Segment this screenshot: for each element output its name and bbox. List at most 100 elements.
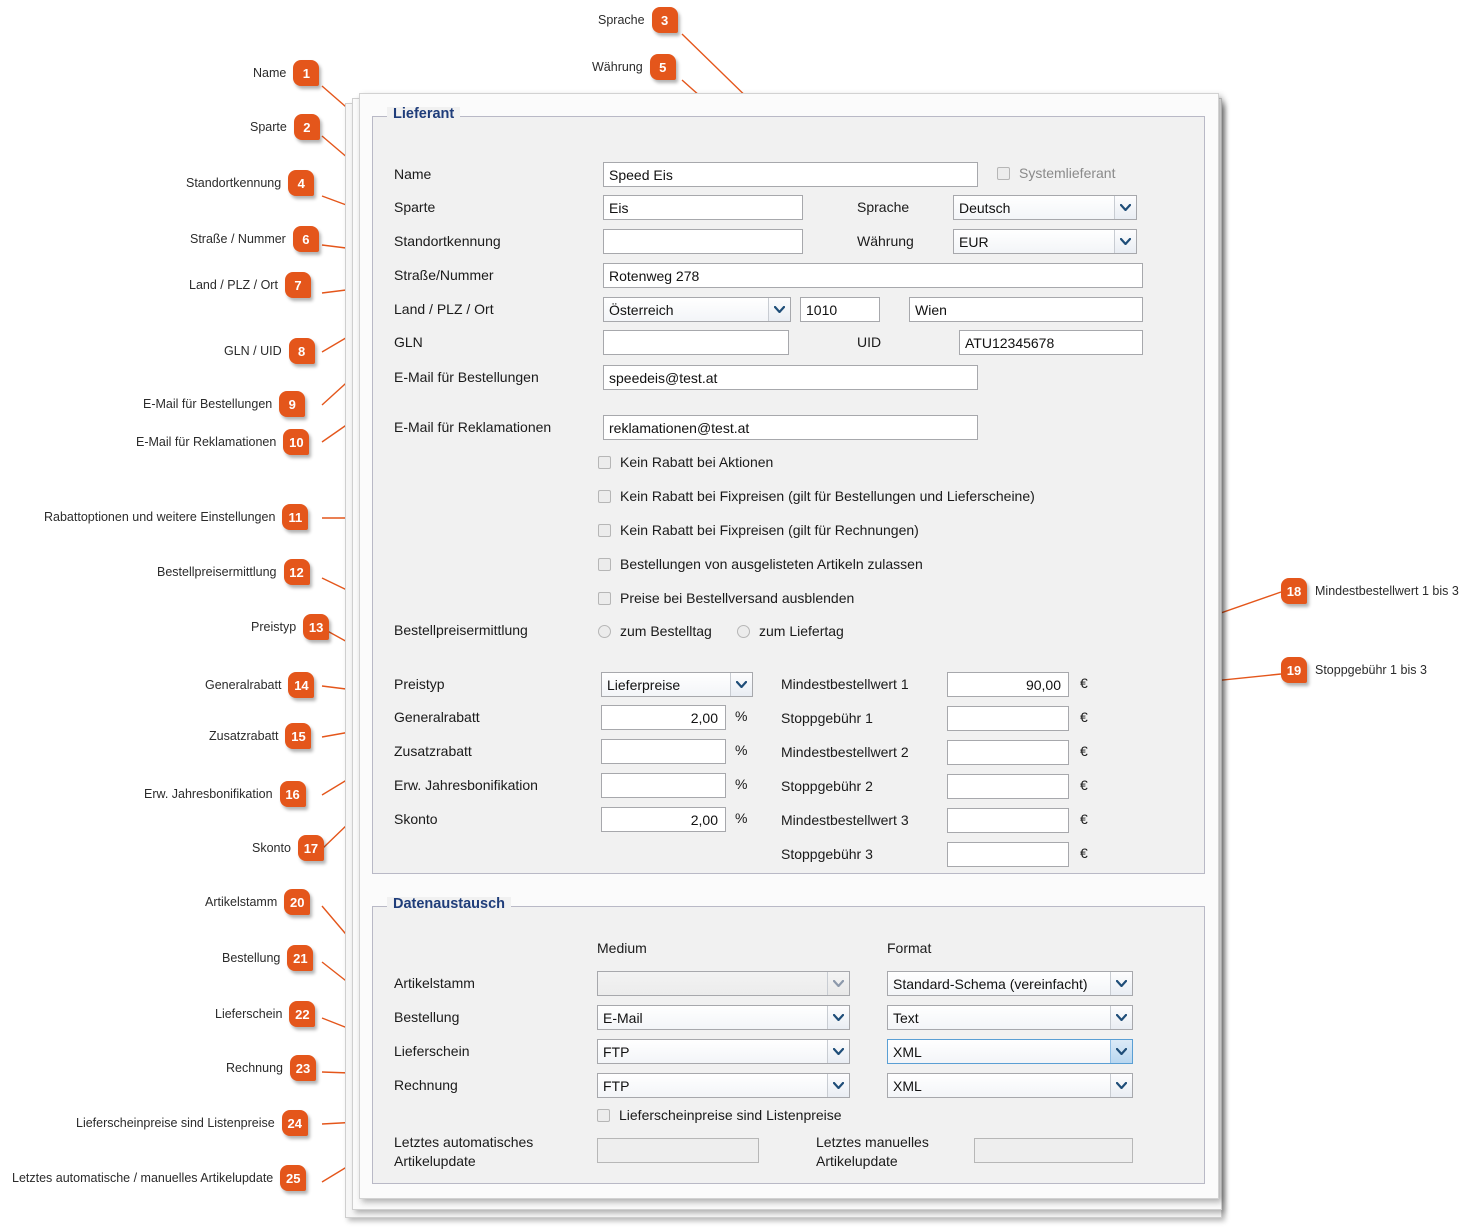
input-email-bestellungen[interactable]: speedeis@test.at — [603, 365, 978, 390]
annotation-25-badge[interactable]: 25 — [280, 1165, 307, 1191]
checkbox-preise-ausblenden[interactable]: Preise bei Bestellversand ausblenden — [598, 590, 854, 606]
annotation-1-badge[interactable]: 1 — [293, 60, 320, 86]
annotation-3-badge[interactable]: 3 — [651, 7, 678, 33]
checkbox-lieferscheinpreise-listenpreise[interactable]: Lieferscheinpreise sind Listenpreise — [597, 1107, 842, 1123]
input-stoppgebuehr-2[interactable] — [947, 774, 1069, 799]
select-artikelstamm-format[interactable]: Standard-Schema (vereinfacht) — [887, 971, 1133, 996]
input-generalrabatt[interactable]: 2,00 — [601, 705, 726, 730]
annotation-2-badge[interactable]: 2 — [293, 114, 320, 140]
input-strasse[interactable]: Rotenweg 278 — [603, 263, 1143, 288]
input-skonto[interactable]: 2,00 — [601, 807, 726, 832]
annotation-9-badge[interactable]: 9 — [279, 391, 306, 417]
label-waehrung: Währung — [857, 233, 914, 249]
annotation-23-label: Rechnung — [226, 1060, 283, 1075]
chevron-down-icon — [1110, 1040, 1132, 1063]
annotation-15-badge[interactable]: 15 — [285, 723, 312, 749]
radio-zum-bestelltag[interactable]: zum Bestelltag — [598, 623, 712, 639]
annotation-8: GLN / UID 8 — [224, 338, 315, 364]
select-preistyp[interactable]: Lieferpreise — [601, 672, 753, 697]
annotation-8-badge[interactable]: 8 — [288, 338, 315, 364]
input-ort[interactable]: Wien — [909, 297, 1143, 322]
input-plz-value: 1010 — [806, 301, 838, 318]
annotation-19-badge[interactable]: 19 — [1281, 657, 1307, 683]
checkbox-kein-rabatt-fixpreise-bestellungen-box — [598, 489, 611, 503]
label-artikelstamm: Artikelstamm — [394, 975, 475, 991]
annotation-22-badge[interactable]: 22 — [289, 1001, 316, 1027]
annotation-21-badge[interactable]: 21 — [287, 945, 314, 971]
select-land[interactable]: Österreich — [603, 297, 791, 322]
annotation-7-badge[interactable]: 7 — [284, 272, 311, 298]
checkbox-kein-rabatt-aktionen-label: Kein Rabatt bei Aktionen — [620, 454, 774, 470]
select-artikelstamm-medium[interactable] — [597, 971, 850, 996]
unit-mindestbestellwert-3: € — [1080, 811, 1088, 827]
input-stoppgebuehr-1[interactable] — [947, 706, 1069, 731]
annotation-3-label: Sprache — [598, 12, 645, 27]
input-uid[interactable]: ATU12345678 — [959, 330, 1143, 355]
select-bestellung-medium[interactable]: E-Mail — [597, 1005, 850, 1030]
checkbox-kein-rabatt-fixpreise-rechnungen[interactable]: Kein Rabatt bei Fixpreisen (gilt für Rec… — [598, 522, 919, 538]
chevron-down-icon — [827, 1040, 849, 1063]
input-sparte[interactable]: Eis — [603, 195, 803, 220]
select-lieferschein-format[interactable]: XML — [887, 1039, 1133, 1064]
annotation-21-label: Bestellung — [222, 950, 281, 965]
input-jahresbonifikation[interactable] — [601, 773, 726, 798]
input-gln[interactable] — [603, 330, 789, 355]
input-letztes-automatisches-artikelupdate[interactable] — [597, 1138, 759, 1163]
annotation-4-badge[interactable]: 4 — [288, 170, 315, 196]
radio-zum-liefertag[interactable]: zum Liefertag — [737, 623, 844, 639]
unit-jahresbonifikation: % — [735, 776, 748, 792]
annotation-22-label: Lieferschein — [215, 1006, 283, 1021]
annotation-20-badge[interactable]: 20 — [284, 889, 311, 915]
select-rechnung-medium[interactable]: FTP — [597, 1073, 850, 1098]
select-bestellung-format[interactable]: Text — [887, 1005, 1133, 1030]
label-bestellpreisermittlung: Bestellpreisermittlung — [394, 622, 528, 638]
annotation-5-badge[interactable]: 5 — [649, 54, 676, 80]
checkbox-preise-ausblenden-box — [598, 591, 611, 605]
annotation-16-badge[interactable]: 16 — [279, 781, 306, 807]
select-sprache-value: Deutsch — [959, 199, 1011, 216]
input-mindestbestellwert-3[interactable] — [947, 808, 1069, 833]
label-letztes-manuelles-artikelupdate-line2: Artikelupdate — [816, 1153, 898, 1169]
checkbox-bestellungen-ausgelistete[interactable]: Bestellungen von ausgelisteten Artikeln … — [598, 556, 923, 572]
annotation-6-badge[interactable]: 6 — [292, 226, 319, 252]
annotation-13: Preistyp 13 — [251, 614, 330, 640]
input-standortkennung[interactable] — [603, 229, 803, 254]
annotation-13-badge[interactable]: 13 — [303, 614, 330, 640]
checkbox-kein-rabatt-aktionen-box — [598, 455, 611, 469]
annotation-4: Standortkennung 4 — [186, 170, 315, 196]
annotation-17-badge[interactable]: 17 — [297, 835, 324, 861]
input-zusatzrabatt[interactable] — [601, 739, 726, 764]
annotation-14-badge[interactable]: 14 — [288, 672, 315, 698]
input-mindestbestellwert-1[interactable]: 90,00 — [947, 672, 1069, 697]
select-lieferschein-medium[interactable]: FTP — [597, 1039, 850, 1064]
checkbox-kein-rabatt-fixpreise-bestellungen[interactable]: Kein Rabatt bei Fixpreisen (gilt für Bes… — [598, 488, 1035, 504]
annotation-25: Letztes automatische / manuelles Artikel… — [12, 1165, 307, 1191]
input-letztes-manuelles-artikelupdate[interactable] — [974, 1138, 1133, 1163]
input-uid-value: ATU12345678 — [965, 334, 1055, 351]
select-land-value: Österreich — [609, 301, 674, 318]
input-name[interactable]: Speed Eis — [603, 162, 978, 187]
input-stoppgebuehr-3[interactable] — [947, 842, 1069, 867]
unit-stoppgebuehr-2: € — [1080, 777, 1088, 793]
annotation-18-badge[interactable]: 18 — [1281, 578, 1307, 604]
checkbox-kein-rabatt-fixpreise-rechnungen-label: Kein Rabatt bei Fixpreisen (gilt für Rec… — [620, 522, 919, 538]
select-rechnung-format[interactable]: XML — [887, 1073, 1133, 1098]
input-plz[interactable]: 1010 — [800, 297, 880, 322]
input-sparte-value: Eis — [609, 199, 629, 216]
annotation-10-badge[interactable]: 10 — [283, 429, 310, 455]
annotation-24-badge[interactable]: 24 — [281, 1110, 308, 1136]
checkbox-kein-rabatt-aktionen[interactable]: Kein Rabatt bei Aktionen — [598, 454, 773, 470]
annotation-2-label: Sparte — [250, 119, 287, 134]
label-stoppgebuehr-2: Stoppgebühr 2 — [781, 778, 873, 794]
input-mindestbestellwert-2[interactable] — [947, 740, 1069, 765]
annotation-23-badge[interactable]: 23 — [290, 1055, 316, 1081]
annotation-11-badge[interactable]: 11 — [282, 504, 309, 530]
annotation-10: E-Mail für Reklamationen 10 — [136, 429, 310, 455]
checkbox-systemlieferant[interactable]: Systemlieferant — [997, 165, 1115, 181]
annotation-10-label: E-Mail für Reklamationen — [136, 434, 277, 449]
annotation-12-badge[interactable]: 12 — [283, 559, 310, 585]
label-standortkennung: Standortkennung — [394, 233, 501, 249]
select-waehrung[interactable]: EUR — [953, 229, 1137, 254]
input-email-reklamationen[interactable]: reklamationen@test.at — [603, 415, 978, 440]
select-sprache[interactable]: Deutsch — [953, 195, 1137, 220]
